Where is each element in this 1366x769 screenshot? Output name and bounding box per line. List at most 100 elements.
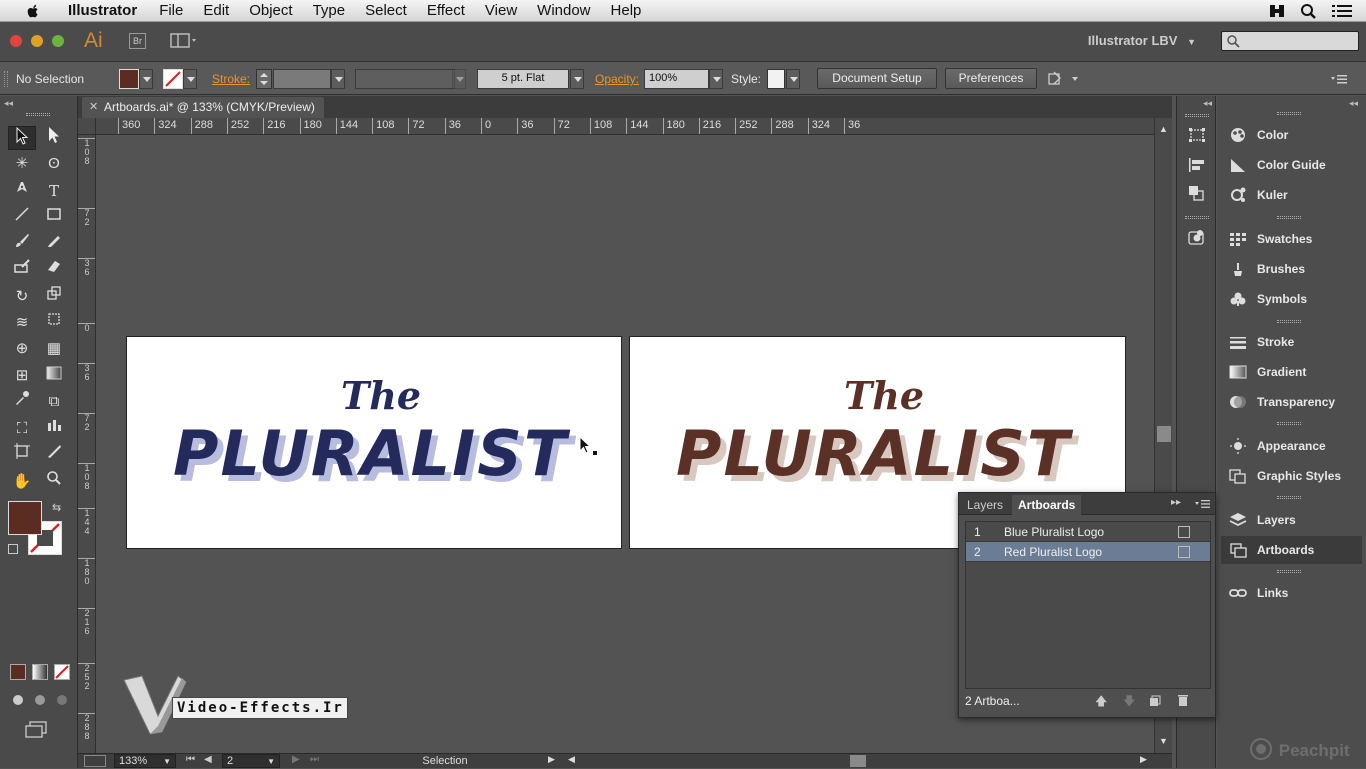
status-menu-arrow-icon[interactable]: ▶ <box>548 754 555 765</box>
close-tab-icon[interactable]: ✕ <box>89 97 98 118</box>
arrange-documents-button[interactable] <box>170 32 200 50</box>
brush-dropdown[interactable] <box>570 69 584 89</box>
preferences-button[interactable]: Preferences <box>945 68 1037 89</box>
panel-collapse-icon[interactable]: ▸▸ <box>1171 497 1181 508</box>
panel-transparency[interactable]: Transparency <box>1221 388 1362 416</box>
stroke-dropdown[interactable] <box>183 69 197 89</box>
panel-layers[interactable]: Layers <box>1221 506 1362 534</box>
artboard-options-icon[interactable] <box>1178 546 1190 558</box>
panel-stroke[interactable]: Stroke <box>1221 328 1362 356</box>
document-tab[interactable]: ✕ Artboards.ai* @ 133% (CMYK/Preview) <box>82 97 324 118</box>
drawing-modes[interactable] <box>10 692 70 708</box>
lasso-tool[interactable]: ʘ <box>40 152 68 176</box>
panel-symbols[interactable]: Symbols <box>1221 285 1362 313</box>
expand-panels-icon[interactable]: ◂◂ <box>1203 98 1212 109</box>
gradient-mode-button[interactable] <box>32 664 48 680</box>
zoom-tool[interactable] <box>40 470 68 494</box>
pen-tool[interactable] <box>8 179 36 203</box>
bridge-button[interactable]: Br <box>129 33 146 49</box>
new-artboard-icon[interactable] <box>1149 695 1161 707</box>
selection-tool[interactable] <box>8 126 36 150</box>
symbol-sprayer-tool[interactable]: ⛶ <box>8 417 36 441</box>
last-artboard-icon[interactable]: ⏭ <box>310 754 319 765</box>
spotlight-search-icon[interactable] <box>1300 3 1318 19</box>
dock-grip-6[interactable] <box>1277 570 1301 573</box>
paintbrush-tool[interactable] <box>8 232 36 256</box>
move-up-icon[interactable]: 🡅 <box>1095 693 1107 709</box>
opacity-field[interactable]: 100% <box>644 69 709 89</box>
pathfinder-panel-icon[interactable] <box>1187 184 1207 202</box>
graphic-style-swatch[interactable] <box>767 69 785 89</box>
panel-links[interactable]: Links <box>1221 579 1362 607</box>
scroll-right-icon[interactable]: ▶ <box>1140 754 1147 765</box>
panel-gradient[interactable]: Gradient <box>1221 358 1362 386</box>
stroke-weight-stepper[interactable] <box>256 69 272 89</box>
color-mode-button[interactable] <box>10 664 26 680</box>
delete-artboard-icon[interactable] <box>1177 694 1189 707</box>
artboard-number-field[interactable]: 2 ▼ <box>222 754 280 768</box>
control-panel-menu-button[interactable] <box>1330 72 1348 86</box>
panel-color[interactable]: Color <box>1221 121 1362 149</box>
menu-help[interactable]: Help <box>601 0 652 22</box>
toolbar-grip[interactable] <box>26 113 50 116</box>
previous-artboard-icon[interactable]: ◀ <box>204 754 212 765</box>
image-trace-panel-icon[interactable] <box>1187 228 1207 248</box>
horizontal-ruler[interactable]: 360 324 288 252 216 180 144 108 72 36 0 36 72 108 144 1… <box>96 118 1154 135</box>
collapse-panel-icon[interactable]: ◂◂ <box>4 98 13 109</box>
move-down-icon[interactable]: 🡇 <box>1123 693 1135 709</box>
none-mode-button[interactable] <box>54 664 70 680</box>
gradient-tool[interactable] <box>40 364 68 388</box>
column-graph-tool[interactable] <box>40 417 68 441</box>
free-transform-tool[interactable] <box>40 311 68 335</box>
artboard-blue[interactable]: The PLURALIST PLURALIST <box>126 336 622 549</box>
status-icon[interactable] <box>84 755 106 767</box>
panel-appearance[interactable]: Appearance <box>1221 432 1362 460</box>
graphic-style-dropdown[interactable] <box>786 69 800 89</box>
next-artboard-icon[interactable]: ▶ <box>292 754 300 765</box>
direct-selection-tool[interactable] <box>40 126 68 150</box>
opacity-dropdown[interactable] <box>709 69 723 89</box>
user-icon[interactable] <box>1268 3 1286 19</box>
menu-select[interactable]: Select <box>355 0 417 22</box>
collapse-dock-icon[interactable]: ◂◂ <box>1349 98 1358 109</box>
dock-grip-3[interactable] <box>1277 320 1301 323</box>
ruler-origin[interactable] <box>78 118 96 135</box>
hand-tool[interactable]: ✋ <box>8 470 36 494</box>
dock-grip-5[interactable] <box>1277 496 1301 499</box>
grip-handle[interactable] <box>4 71 8 87</box>
artboards-panel-menu-button[interactable] <box>1195 497 1211 511</box>
vertical-scroll-thumb[interactable] <box>1157 426 1171 442</box>
panel-kuler[interactable]: Kuler <box>1221 181 1362 209</box>
swap-fill-stroke-icon[interactable]: ⇆ <box>52 501 61 514</box>
scroll-up-icon[interactable]: ▲ <box>1159 124 1168 134</box>
mesh-tool[interactable]: ⊞ <box>8 364 36 388</box>
artboard-tool[interactable] <box>8 443 36 467</box>
vertical-ruler[interactable]: 1 0 8 7 2 3 6 0 3 6 7 2 1 0 8 1 4 4 1 8 0 2 1 6 2 … <box>78 118 96 753</box>
stroke-label[interactable]: Stroke: <box>212 72 250 86</box>
panel-artboards[interactable]: Artboards <box>1221 536 1362 564</box>
dock-grip-2[interactable] <box>1277 216 1301 219</box>
line-segment-tool[interactable] <box>8 206 36 230</box>
default-fill-stroke-icon[interactable] <box>8 544 18 554</box>
artboard-row-1[interactable]: 1 Blue Pluralist Logo <box>966 522 1210 542</box>
blob-brush-tool[interactable] <box>8 258 36 282</box>
magic-wand-tool[interactable]: ✳ <box>8 152 36 176</box>
dock-grip-1[interactable] <box>1277 112 1301 115</box>
rotate-tool[interactable]: ↻ <box>8 285 36 309</box>
slice-tool[interactable] <box>40 443 68 467</box>
zoom-window-button[interactable] <box>52 35 64 47</box>
minimize-window-button[interactable] <box>31 35 43 47</box>
scroll-down-icon[interactable]: ▼ <box>1159 736 1168 746</box>
close-window-button[interactable] <box>10 35 22 47</box>
eraser-tool[interactable] <box>40 258 68 282</box>
variable-width-dropdown[interactable] <box>452 69 466 89</box>
scale-tool[interactable] <box>40 285 68 309</box>
panel-brushes[interactable]: Brushes <box>1221 255 1362 283</box>
width-tool[interactable]: ≋ <box>8 311 36 335</box>
help-search-input[interactable] <box>1221 31 1359 51</box>
menu-effect[interactable]: Effect <box>417 0 475 22</box>
artboard-row-2[interactable]: 2 Red Pluralist Logo <box>966 542 1210 562</box>
panel-color-guide[interactable]: Color Guide <box>1221 151 1362 179</box>
screen-mode-button[interactable] <box>24 720 50 738</box>
notification-list-icon[interactable] <box>1332 3 1352 19</box>
